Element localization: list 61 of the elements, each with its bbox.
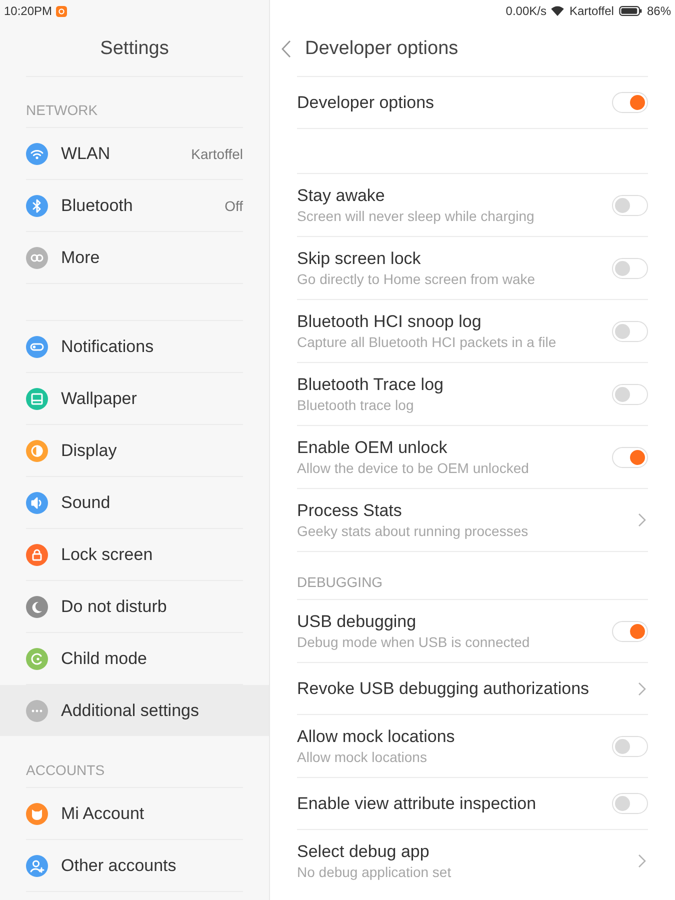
option-description: Allow the device to be OEM unlocked — [297, 460, 530, 476]
toggle-switch[interactable] — [612, 320, 648, 342]
option-title: Revoke USB debugging authorizations — [297, 678, 590, 698]
wifi-signal-icon — [551, 6, 564, 16]
section-header: ACCOUNTS — [26, 762, 105, 778]
toggle-switch[interactable] — [612, 258, 648, 278]
option-title: Bluetooth Trace log — [297, 375, 444, 395]
sidebar-item[interactable]: WLAN Kartoffel — [0, 128, 269, 179]
chevron-right-icon[interactable] — [638, 513, 646, 527]
option-title: Enable OEM unlock — [297, 438, 448, 458]
option-title: USB debugging — [297, 612, 418, 632]
option-description: Go directly to Home screen from wake — [297, 271, 536, 287]
option-title: Bluetooth HCI snoop log — [297, 312, 482, 332]
chevron-right-icon[interactable] — [638, 854, 646, 868]
sidebar-item[interactable]: Bluetooth Off — [0, 180, 269, 231]
option-title: Allow mock locations — [297, 727, 456, 747]
option-description: Bluetooth trace log — [297, 397, 415, 413]
page-title: Developer options — [305, 38, 458, 60]
option-title: Skip screen lock — [297, 249, 422, 269]
toggle-switch[interactable] — [612, 384, 648, 404]
option-description: Allow mock locations — [297, 749, 428, 765]
option-description: No debug application set — [297, 864, 452, 880]
sidebar-item[interactable]: Other accounts — [0, 840, 269, 891]
chevron-right-icon[interactable] — [638, 682, 646, 696]
section-header: DEBUGGING — [297, 574, 383, 590]
option-title: Enable view attribute inspection — [297, 794, 538, 814]
sidebar-item[interactable]: Do not disturb — [0, 581, 269, 632]
battery-icon — [618, 6, 642, 16]
option-title: Select debug app — [297, 842, 430, 862]
toggle-switch[interactable] — [612, 194, 648, 216]
toggle-switch[interactable] — [612, 793, 648, 814]
sidebar-title: Settings — [100, 38, 169, 60]
network-speed: 0.00K/s — [506, 4, 546, 18]
option-title: Process Stats — [297, 501, 403, 521]
section-header: NETWORK — [26, 102, 98, 118]
option-description: Geeky stats about running processes — [297, 523, 530, 539]
option-description: Capture all Bluetooth HCI packets in a file — [297, 334, 558, 350]
sidebar-item[interactable]: Lock screen — [0, 529, 269, 580]
sidebar-item[interactable]: Child mode — [0, 633, 269, 684]
toggle-switch[interactable] — [612, 620, 648, 642]
sidebar-item[interactable]: Sound — [0, 477, 269, 528]
option-description: Debug mode when USB is connected — [297, 634, 531, 650]
toggle-switch[interactable] — [612, 92, 648, 113]
option-title: Developer options — [297, 92, 436, 112]
option-description: Screen will never sleep while charging — [297, 208, 536, 224]
sidebar-item[interactable]: Display — [0, 425, 269, 476]
sidebar-item[interactable]: Additional settings — [0, 685, 269, 736]
sidebar-item[interactable]: Notifications — [0, 321, 269, 372]
network-name: Kartoffel — [569, 4, 614, 18]
toggle-switch[interactable] — [612, 446, 648, 468]
sidebar-item[interactable]: More — [0, 232, 269, 283]
toggle-switch[interactable] — [612, 736, 648, 756]
back-icon[interactable] — [281, 40, 291, 58]
battery-percent: 86% — [646, 4, 671, 18]
option-title: Stay awake — [297, 186, 386, 206]
sidebar-item[interactable]: Mi Account — [0, 788, 269, 839]
app-notification-icon — [56, 6, 68, 16]
item-value: Off — [224, 198, 243, 214]
item-value: Kartoffel — [191, 146, 243, 162]
sidebar-item[interactable]: Wallpaper — [0, 373, 269, 424]
status-time: 10:20PM — [4, 4, 52, 18]
